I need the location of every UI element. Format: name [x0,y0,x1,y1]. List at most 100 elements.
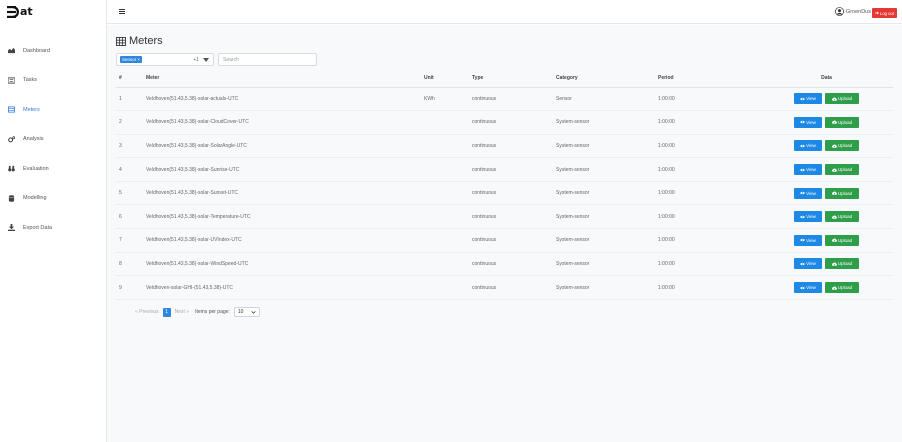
current-page[interactable]: 1 [162,307,171,317]
meter-unit [424,157,472,182]
page-header: Meters [116,35,163,47]
items-per-page-label: Items per page: [195,309,230,315]
upload-label: Upload [837,167,853,173]
cloud-upload-icon [831,286,837,290]
col-header-data: Data [760,69,893,88]
sidebar-item-dashboard[interactable]: Dashboard [0,36,107,66]
app-logo[interactable]: at [7,6,33,18]
previous-page-link[interactable]: « Previous [135,309,159,315]
view-button[interactable]: View [794,211,822,223]
meter-unit: KWh [424,87,472,112]
filter-chip-label: Sensor [122,57,137,62]
next-page-link[interactable]: Next » [175,309,189,315]
eye-icon [800,215,806,219]
sidebar-item-evaluation[interactable]: Evaluation [0,154,107,184]
view-label: View [806,190,816,196]
user-avatar-icon [835,7,844,16]
caret-down-icon[interactable] [203,58,209,62]
chip-remove-icon[interactable]: × [137,57,140,62]
items-per-page-select[interactable]: 10 [233,307,260,317]
upload-button[interactable]: Upload [825,211,859,223]
sidebar-item-label: Meters [23,106,40,113]
view-button[interactable]: View [794,187,822,199]
table-row: 5 Veldhoven(51.43,5.38)-solar-Sunset-UTC c… [116,181,893,206]
sidebar-item-label: Tasks [23,77,38,84]
user-menu[interactable]: GroenDus [835,7,871,16]
sidebar-item-label: Analysis [23,136,44,143]
meter-period: 1:00:00 [658,110,760,135]
sidebar-item-modelling[interactable]: Modelling [0,184,107,214]
table-icon [7,106,15,113]
row-index: 7 [116,228,146,253]
upload-label: Upload [837,96,853,102]
sidebar-item-tasks[interactable]: Tasks [0,66,107,96]
col-header-type: Type [472,69,556,88]
database-icon [7,195,15,202]
pagination: « Previous 1 Next » Items per page: 10 [135,307,260,317]
upload-button[interactable]: Upload [825,164,859,176]
cloud-upload-icon [831,168,837,172]
sidebar-item-export-data[interactable]: Export Data [0,213,107,243]
upload-button[interactable]: Upload [825,282,859,294]
data-actions: View Upload [760,134,893,159]
meter-period: 1:00:00 [658,87,760,112]
upload-button[interactable]: Upload [825,187,859,199]
row-index: 5 [116,181,146,206]
logout-button[interactable]: Log out [872,8,897,18]
eye-icon [800,191,806,195]
meter-period: 1:00:00 [658,252,760,277]
table-row: 7 Veldhoven(51.43,5.38)-solar-UVIndex-UTC… [116,228,893,253]
meter-name: Veldhoven(51.43,5.38)-solar-Sunrise-UTC [146,157,424,182]
upload-button[interactable]: Upload [825,93,859,105]
row-index: 2 [116,110,146,135]
meter-name: Veldhoven-solar-GHI-(51.43,5.38)-UTC [146,275,424,300]
view-button[interactable]: View [794,93,822,105]
upload-button[interactable]: Upload [825,258,859,270]
meter-type: continuous [472,252,556,277]
eye-icon [800,286,806,289]
cogs-icon [7,136,15,143]
view-button[interactable]: View [794,116,822,128]
meter-category: System-sensor [556,228,658,253]
upload-button[interactable]: Upload [825,234,859,246]
meter-type: continuous [472,87,556,112]
meter-period: 1:00:00 [658,228,760,253]
view-label: View [806,285,816,291]
upload-button[interactable]: Upload [825,140,859,152]
sidebar-nav: Dashboard Tasks Meters Analysis Evaluati… [0,36,107,243]
cloud-upload-icon [831,262,837,266]
meter-period: 1:00:00 [658,275,760,300]
sidebar-item-analysis[interactable]: Analysis [0,125,107,155]
category-multiselect[interactable]: Sensor × +1 [116,53,214,66]
next-label: Next [174,309,185,315]
view-label: View [806,214,816,220]
view-button[interactable]: View [794,140,822,152]
meter-type: continuous [472,157,556,182]
cloud-upload-icon [831,144,837,148]
upload-button[interactable]: Upload [825,116,859,128]
view-button[interactable]: View [794,282,822,294]
view-button[interactable]: View [794,258,822,270]
col-header-index: # [116,69,146,88]
view-label: View [806,167,816,173]
meter-unit [424,181,472,206]
sidebar: at Dashboard Tasks Meters Analysis Evalu… [0,0,107,442]
meter-category: System-sensor [556,157,658,182]
view-button[interactable]: View [794,164,822,176]
col-header-period: Period [658,69,760,88]
view-button[interactable]: View [794,234,822,246]
meter-period: 1:00:00 [658,134,760,159]
cloud-upload-icon [831,120,837,125]
data-actions: View Upload [760,275,893,300]
meter-unit [424,252,472,277]
search-input[interactable] [218,53,317,66]
sidebar-item-meters[interactable]: Meters [0,95,107,125]
col-header-category: Category [556,69,658,88]
filter-chip[interactable]: Sensor × [120,56,142,63]
meter-type: continuous [472,110,556,135]
sidebar-item-label: Dashboard [23,47,50,54]
table-header-row: # Meter Unit Type Category Period Data [116,69,893,88]
table-row: 2 Veldhoven(51.43,5.38)-solar-CloudCover-… [116,110,893,135]
data-actions: View Upload [760,110,893,135]
menu-toggle-icon[interactable] [119,9,125,14]
